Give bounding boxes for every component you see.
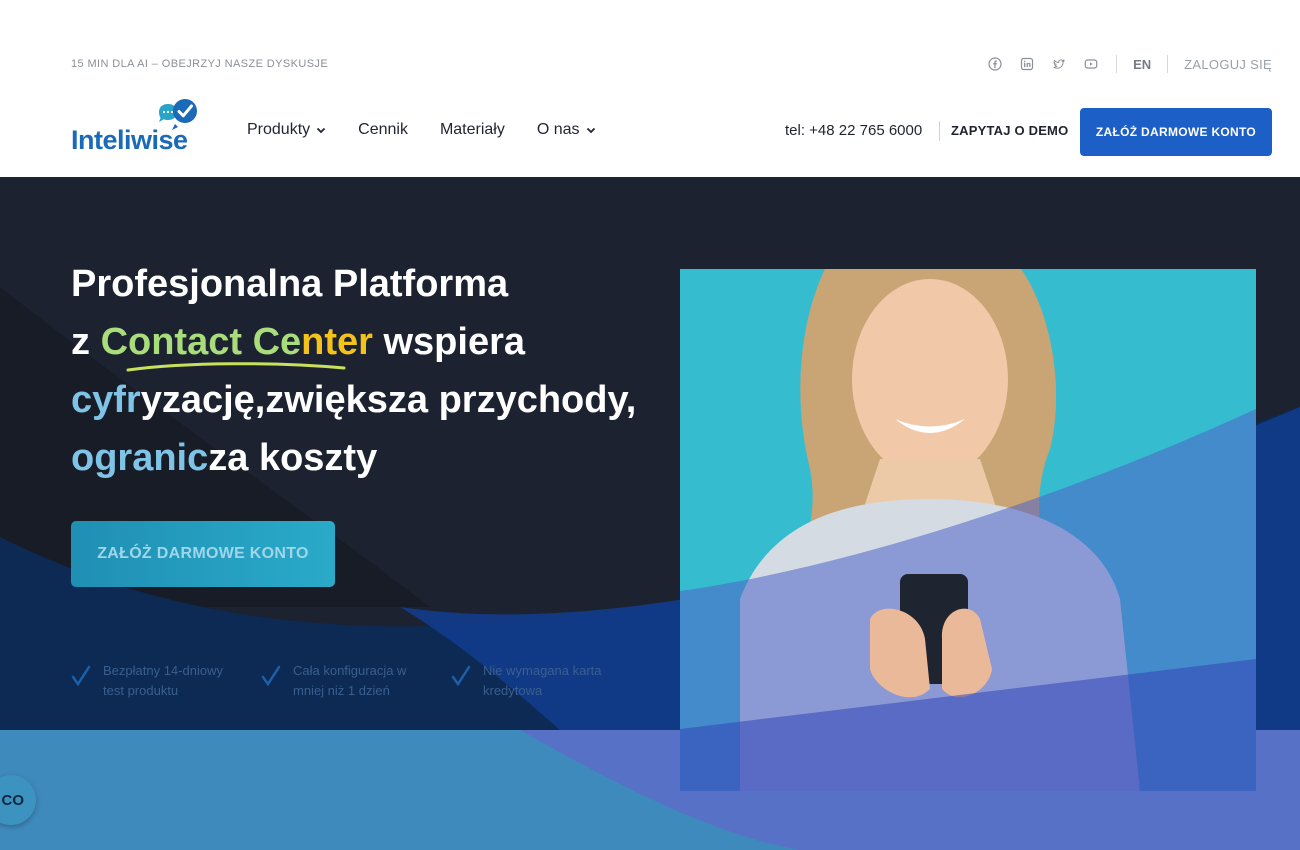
feature-text: Cała konfiguracja w mniej niż 1 dzień: [293, 663, 407, 698]
linkedin-icon[interactable]: [1018, 55, 1036, 73]
chevron-down-icon: [317, 127, 326, 134]
feature-text: Bezpłatny 14-dniowy test produktu: [103, 663, 223, 698]
social-links: [986, 55, 1116, 73]
logo-text: Inteliwise: [71, 125, 188, 155]
feature-item: Nie wymagana karta kredytowa: [451, 661, 611, 701]
feature-item: Cała konfiguracja w mniej niż 1 dzień: [261, 661, 421, 701]
woman-with-phone-image: [680, 269, 1256, 791]
feature-list: Bezpłatny 14-dniowy test produktu Cała k…: [71, 661, 611, 701]
twitter-icon[interactable]: [1050, 55, 1068, 73]
chevron-down-icon: [586, 127, 595, 134]
top-utility-bar: EN ZALOGUJ SIĘ: [986, 54, 1272, 74]
hero-section: Profesjonalna Platforma z Contact Center…: [0, 177, 1300, 850]
nav-item-label: Materiały: [439, 121, 505, 138]
nav-item-label: Produkty: [247, 121, 311, 138]
checkmark-icon: [71, 665, 91, 687]
feature-text: Nie wymagana karta kredytowa: [483, 663, 602, 698]
headline-line-1: Profesjonalna Platforma: [71, 263, 509, 305]
nav-item-label: Cennik: [358, 121, 408, 138]
headline-text: wspiera: [372, 321, 526, 363]
headline-text: yzację,zwiększa przychody,: [140, 379, 637, 421]
highlight-underline: [126, 362, 346, 372]
hero-photo: [680, 269, 1256, 791]
nav-item-cennik[interactable]: Cennik: [358, 121, 408, 139]
nav-item-label: O nas: [536, 121, 580, 138]
nav-item-produkty[interactable]: Produkty: [247, 121, 326, 139]
language-switch[interactable]: EN: [1117, 57, 1167, 72]
facebook-icon[interactable]: [986, 55, 1004, 73]
logo[interactable]: Inteliwise: [71, 98, 201, 156]
headline-line-3: cyfryzację,zwiększa przychody,: [71, 371, 651, 429]
headline-highlight: ogranic: [71, 437, 209, 479]
page: 15 MIN DLA AI – OBEJRZYJ NASZE DYSKUSJE …: [0, 0, 1300, 850]
headline-highlight: cyfr: [71, 379, 141, 421]
login-link[interactable]: ZALOGUJ SIĘ: [1168, 57, 1272, 72]
headline-line-4: ogranicza koszty: [71, 429, 651, 487]
headline-text: za koszty: [208, 437, 378, 479]
nav-item-materialy[interactable]: Materiały: [440, 121, 505, 139]
request-demo-link[interactable]: ZAPYTAJ O DEMO: [951, 123, 1068, 138]
headline-text: z: [71, 321, 101, 363]
checkmark-icon: [451, 665, 471, 687]
main-nav: Produkty Cennik Materiały O nas: [247, 121, 596, 139]
feature-item: Bezpłatny 14-dniowy test produktu: [71, 661, 231, 701]
signup-button[interactable]: ZAŁÓŻ DARMOWE KONTO: [1080, 108, 1272, 156]
headline-highlight: nter: [301, 321, 373, 363]
headline-highlight: Contact Ce: [100, 321, 302, 363]
nav-item-o-nas[interactable]: O nas: [537, 121, 596, 139]
hero-signup-button[interactable]: ZAŁÓŻ DARMOWE KONTO: [71, 521, 335, 587]
divider: [939, 121, 940, 141]
phone-link[interactable]: tel: +48 22 765 6000: [785, 122, 922, 139]
promo-link[interactable]: 15 MIN DLA AI – OBEJRZYJ NASZE DYSKUSJE: [71, 58, 328, 70]
checkmark-icon: [261, 665, 281, 687]
youtube-icon[interactable]: [1082, 55, 1100, 73]
